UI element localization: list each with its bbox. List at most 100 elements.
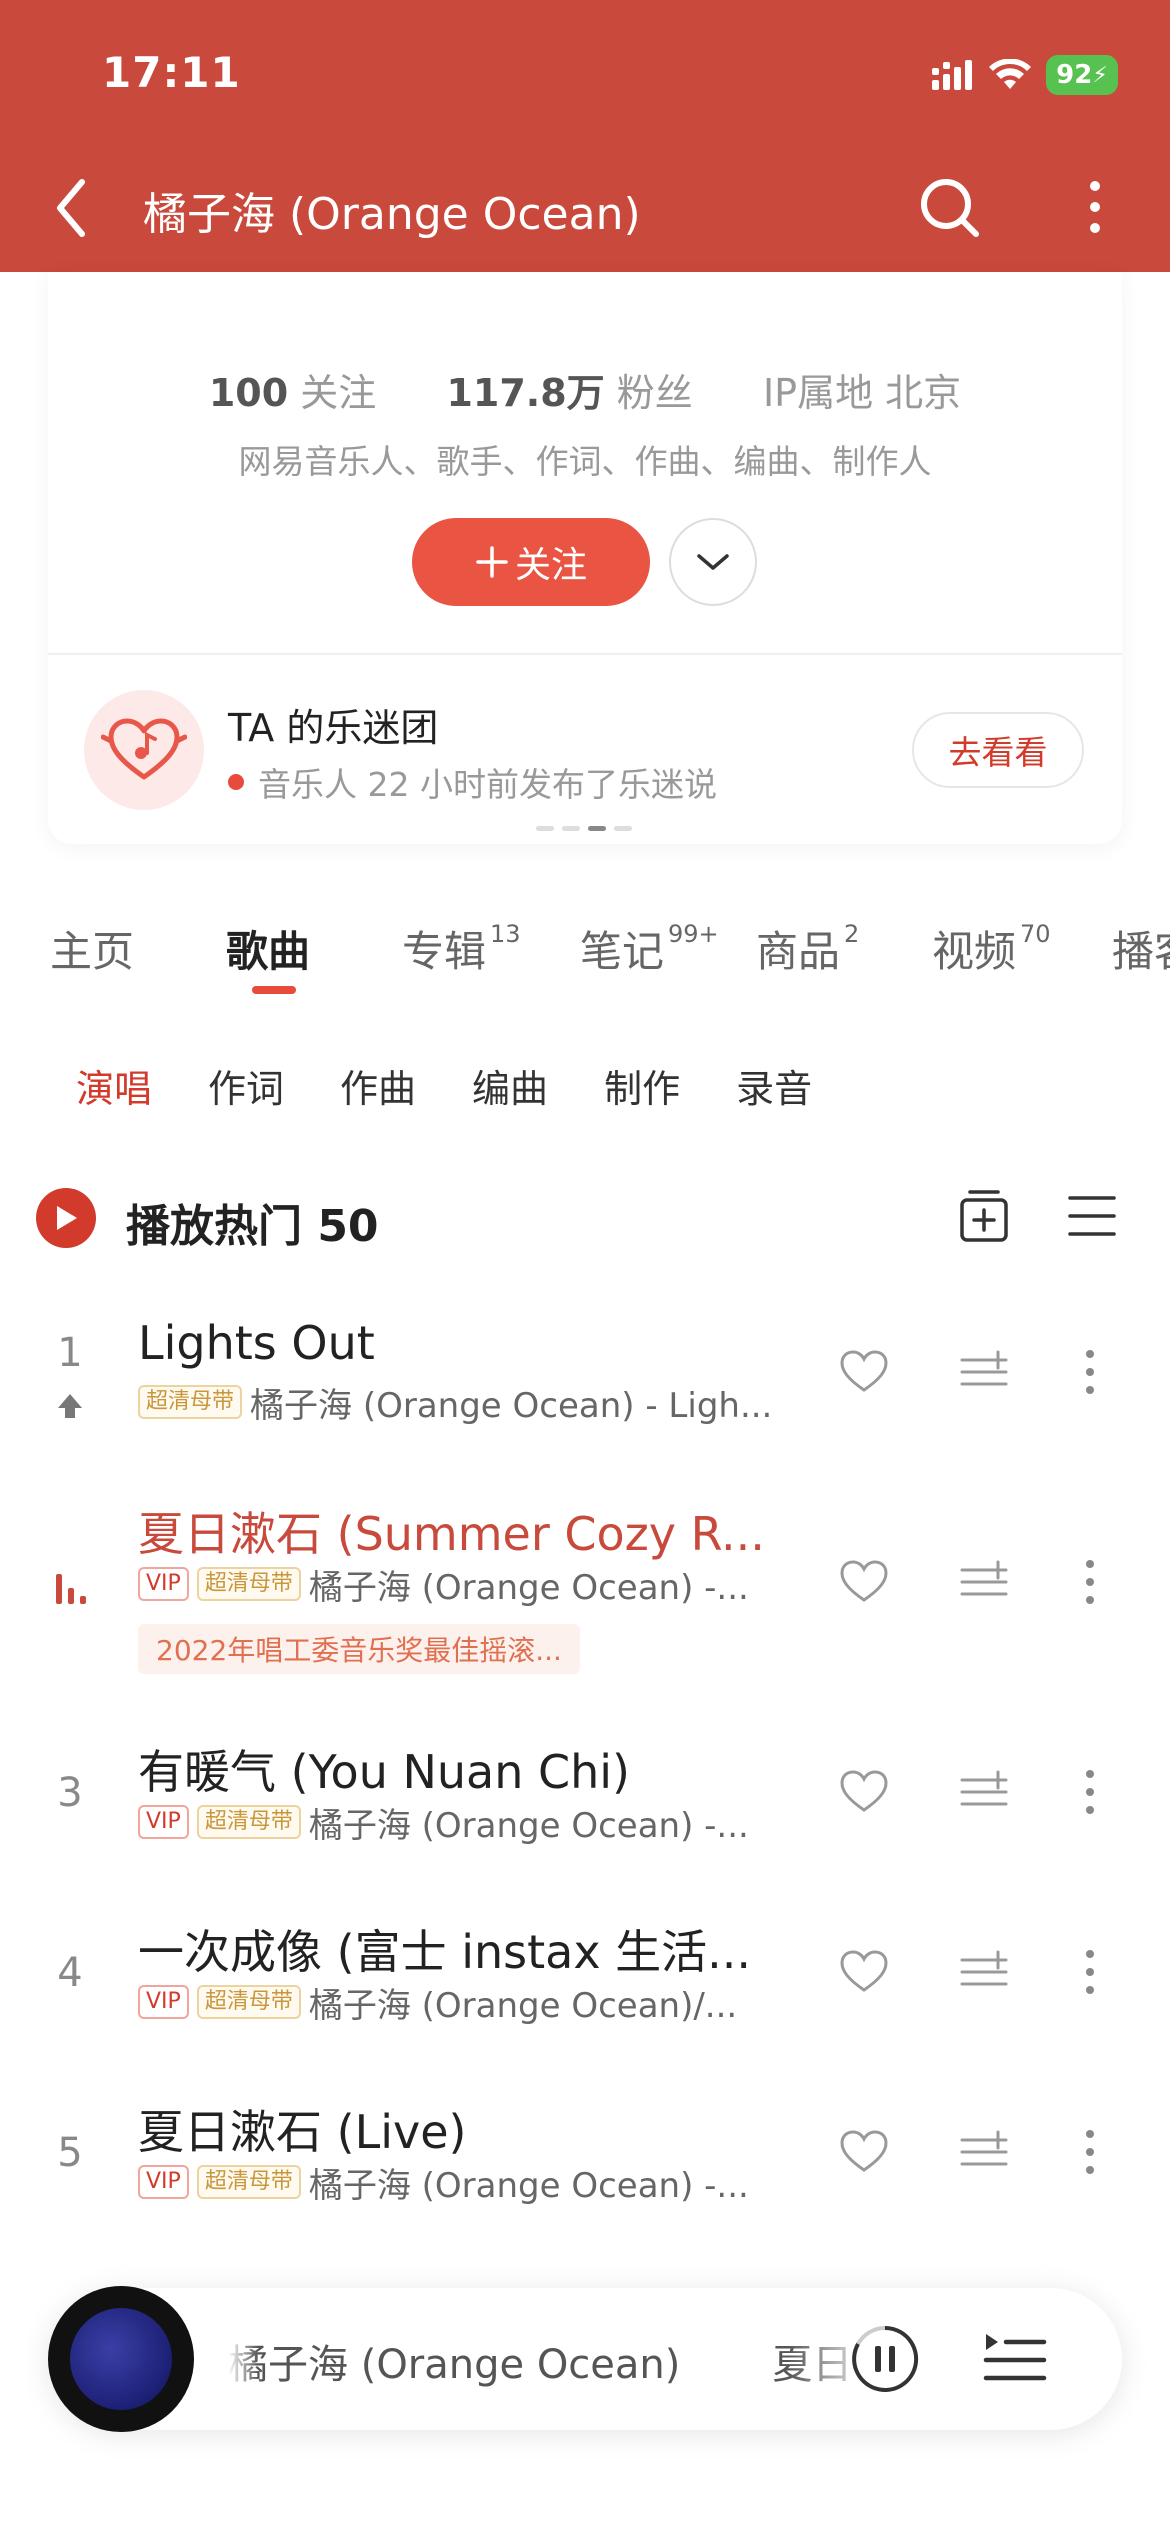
play-icon [57, 1206, 77, 1230]
plus-icon [476, 546, 508, 578]
carousel-dot [562, 826, 580, 831]
fan-club-icon[interactable] [84, 690, 204, 810]
vip-badge: VIP [138, 1805, 189, 1839]
rank-up-icon [58, 1394, 82, 1418]
tab-label: 笔记 [580, 927, 665, 976]
now-playing-icon [56, 1574, 86, 1604]
song-title: Lights Out [138, 1316, 375, 1370]
song-meta: VIP 超清母带 橘子海 (Orange Ocean) -... [138, 2160, 749, 2206]
follow-button[interactable]: 关注 [412, 518, 650, 606]
signal-icon [932, 60, 972, 90]
heart-music-icon [101, 718, 187, 780]
tab-label: 主页 [50, 927, 135, 976]
subtab-record[interactable]: 录音 [736, 1058, 812, 1111]
playlist-icon[interactable] [980, 2324, 1050, 2394]
song-artist: 橘子海 (Orange Ocean) - Ligh... [250, 1385, 773, 1426]
fan-club-subtitle-text: 音乐人 22 小时前发布了乐迷说 [258, 765, 717, 804]
now-playing-marquee[interactable]: 橘子海 (Orange Ocean) 夏日 [228, 2332, 878, 2392]
more-vertical-icon[interactable] [1072, 1766, 1108, 1818]
back-icon[interactable] [46, 170, 102, 246]
song-title: 一次成像 (富士 instax 生活... [138, 1925, 752, 1979]
tab-count: 99+ [668, 920, 719, 948]
ip-location: IP属地 北京 [762, 371, 962, 415]
subtab-arrange[interactable]: 编曲 [472, 1058, 548, 1111]
song-meta: VIP 超清母带 橘子海 (Orange Ocean) -... [138, 1800, 749, 1846]
heart-icon[interactable] [838, 1766, 890, 1818]
tab-label: 专辑 [402, 927, 487, 976]
add-to-playlist-icon[interactable] [954, 1186, 1014, 1246]
song-title: 夏日漱石 (Live) [138, 2105, 467, 2159]
vip-badge: VIP [138, 1985, 189, 2019]
heart-icon[interactable] [838, 1556, 890, 1608]
role-filter-tabs: 演唱 作词 作曲 编曲 制作 录音 [76, 1058, 812, 1111]
fans-count[interactable]: 117.8万 [446, 371, 604, 415]
subtab-produce[interactable]: 制作 [604, 1058, 680, 1111]
tab-count: 70 [1020, 920, 1051, 948]
vip-badge: VIP [138, 1567, 189, 1601]
add-to-queue-icon[interactable] [958, 1556, 1010, 1608]
add-to-queue-icon[interactable] [958, 1946, 1010, 1998]
award-tag[interactable]: 2022年唱工委音乐奖最佳摇滚... [138, 1624, 580, 1674]
fan-club-subtitle: 音乐人 22 小时前发布了乐迷说 [228, 758, 717, 806]
tab-count: 2 [844, 920, 860, 948]
tab-count: 13 [490, 920, 521, 948]
tab-podcast[interactable]: 播客 [1112, 918, 1170, 979]
fan-club-title: TA 的乐迷团 [228, 706, 439, 750]
song-title: 有暖气 (You Nuan Chi) [138, 1745, 631, 1799]
header-bar: 17:11 92 ⚡ 橘子海 (Orange Ocean) [0, 0, 1170, 272]
following-label[interactable]: 关注 [300, 371, 376, 415]
song-rank: 1 [57, 1330, 83, 1376]
song-meta: 超清母带 橘子海 (Orange Ocean) - Ligh... [138, 1380, 773, 1426]
song-meta: VIP 超清母带 橘子海 (Orange Ocean)/... [138, 1980, 738, 2026]
play-all-button[interactable] [36, 1188, 96, 1248]
play-all-label[interactable]: 播放热门 50 [126, 1190, 379, 1254]
follow-button-label: 关注 [514, 545, 587, 586]
carousel-dot [614, 826, 632, 831]
heart-icon[interactable] [838, 2126, 890, 2178]
go-see-button[interactable]: 去看看 [912, 712, 1084, 788]
search-icon[interactable] [914, 172, 984, 242]
hq-badge: 超清母带 [138, 1385, 243, 1419]
more-vertical-icon[interactable] [1072, 1946, 1108, 1998]
song-artist: 橘子海 (Orange Ocean) -... [308, 2165, 749, 2206]
tab-albums[interactable]: 专辑 13 [402, 918, 521, 979]
more-vertical-icon[interactable] [1072, 1556, 1108, 1608]
subtab-lyrics[interactable]: 作词 [208, 1058, 284, 1111]
album-disc[interactable] [48, 2286, 194, 2432]
more-vertical-icon[interactable] [1070, 172, 1120, 242]
pause-icon[interactable] [850, 2324, 920, 2394]
tab-notes[interactable]: 笔记 99+ [580, 918, 719, 979]
heart-icon[interactable] [838, 1346, 890, 1398]
following-count[interactable]: 100 [209, 371, 288, 415]
mini-player[interactable]: 橘子海 (Orange Ocean) 夏日 [48, 2286, 1122, 2432]
page-title: 橘子海 (Orange Ocean) [143, 189, 641, 240]
fans-label[interactable]: 粉丝 [617, 371, 693, 415]
chevron-down-icon [697, 554, 729, 570]
heart-icon[interactable] [838, 1946, 890, 1998]
add-to-queue-icon[interactable] [958, 2126, 1010, 2178]
more-vertical-icon[interactable] [1072, 1346, 1108, 1398]
song-title: 夏日漱石 (Summer Cozy R... [138, 1507, 765, 1561]
multi-select-icon[interactable] [1062, 1186, 1122, 1246]
tab-products[interactable]: 商品 2 [756, 918, 859, 979]
hq-badge: 超清母带 [196, 1567, 301, 1601]
song-rank: 4 [57, 1950, 83, 1996]
now-playing-artist: 橘子海 (Orange Ocean) [228, 2342, 681, 2388]
expand-recommend-button[interactable] [669, 518, 757, 606]
tab-home[interactable]: 主页 [50, 918, 134, 979]
tab-videos[interactable]: 视频 70 [932, 918, 1051, 979]
song-artist: 橘子海 (Orange Ocean) -... [308, 1805, 749, 1846]
tab-songs[interactable]: 歌曲 [226, 918, 310, 979]
add-to-queue-icon[interactable] [958, 1766, 1010, 1818]
carousel-indicator [536, 826, 632, 831]
subtab-sing[interactable]: 演唱 [76, 1058, 152, 1111]
more-vertical-icon[interactable] [1072, 2126, 1108, 2178]
now-playing-title: 夏日 [772, 2342, 853, 2388]
song-artist: 橘子海 (Orange Ocean)/... [308, 1985, 738, 2026]
carousel-dot-active [588, 826, 606, 831]
status-time: 17:11 [102, 48, 241, 97]
subtab-compose[interactable]: 作曲 [340, 1058, 416, 1111]
status-icons: 92 ⚡ [932, 50, 1118, 100]
song-rank: 3 [57, 1770, 83, 1816]
add-to-queue-icon[interactable] [958, 1346, 1010, 1398]
